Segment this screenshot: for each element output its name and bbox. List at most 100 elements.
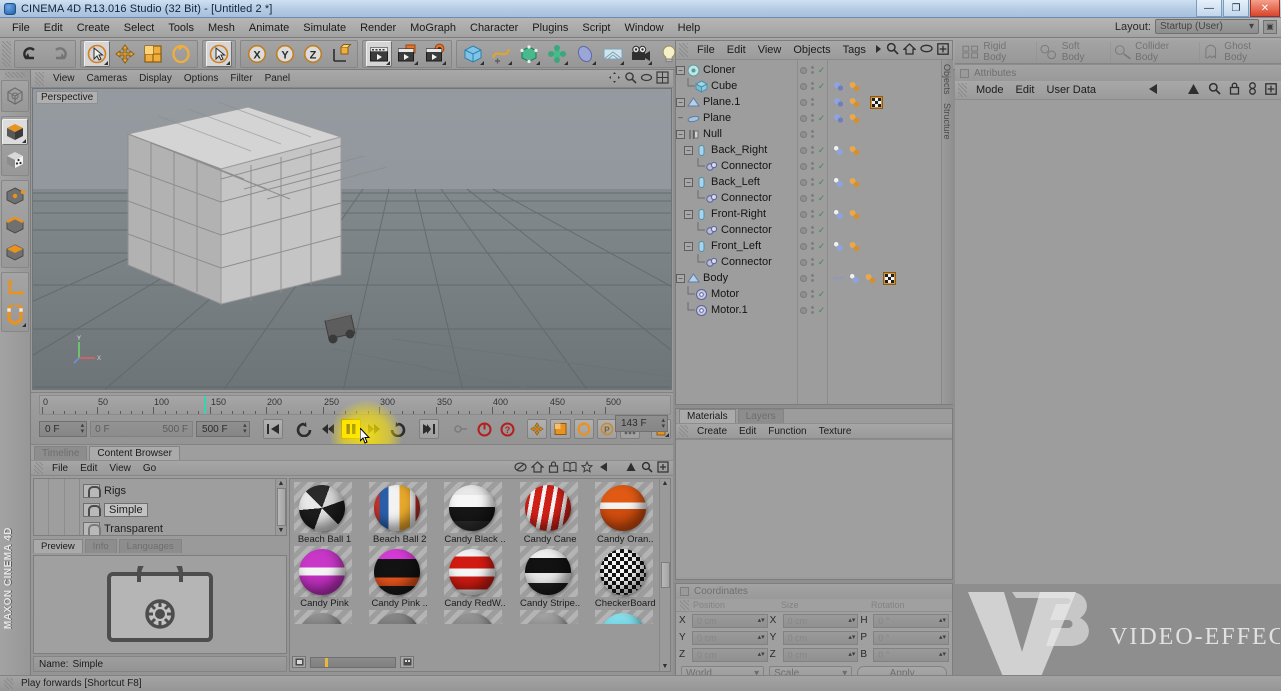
attributes-grip[interactable]	[958, 83, 967, 97]
material-item[interactable]: Candy Oran..	[594, 482, 656, 546]
render-picture-viewer-icon[interactable]	[394, 41, 420, 67]
frame-indicator-field[interactable]: 143 F ▴ ▾	[615, 415, 668, 432]
expander-icon[interactable]: −	[676, 65, 685, 75]
fullscreen-icon[interactable]	[1265, 82, 1277, 98]
viewport-menu-grip[interactable]	[35, 71, 44, 86]
menu-plugins[interactable]: Plugins	[525, 20, 575, 36]
scene-object-icon[interactable]	[572, 41, 598, 67]
thumbnail-size-icon[interactable]	[292, 656, 306, 668]
deform-tag[interactable]	[832, 272, 845, 285]
dynamics-tag[interactable]	[832, 144, 845, 157]
viewport-menu-view[interactable]: View	[47, 72, 81, 85]
visibility-row[interactable]: ✓	[798, 94, 827, 110]
minimize-button[interactable]: —	[1196, 0, 1222, 17]
next-frame-icon[interactable]	[364, 419, 384, 439]
render-settings-icon[interactable]	[422, 41, 448, 67]
end-frame-spinner[interactable]: ▴ ▾	[243, 422, 247, 435]
generator-icon[interactable]	[516, 41, 542, 67]
visibility-row[interactable]: ✓	[798, 286, 827, 302]
search-icon[interactable]	[886, 42, 899, 58]
current-frame-field[interactable]: 0 F ▴ ▾	[39, 421, 88, 437]
visibility-row[interactable]: ✓	[798, 62, 827, 78]
dynamics-tag[interactable]	[848, 272, 861, 285]
rotate-view-icon[interactable]	[640, 71, 653, 87]
expander-icon[interactable]: −	[684, 177, 693, 187]
layout-manager-icon[interactable]: ▣	[1263, 19, 1277, 34]
tab-materials[interactable]: Materials	[679, 409, 736, 423]
tag-row[interactable]	[828, 238, 952, 254]
dynamics-tag[interactable]	[832, 112, 845, 125]
materials-grid-panel[interactable]: Beach Ball 1 Beach Ball 2 Candy Black ..	[289, 478, 671, 672]
scale-key-icon[interactable]	[550, 419, 571, 439]
point-mode-icon[interactable]	[2, 183, 28, 209]
material-item[interactable]	[444, 610, 505, 624]
visibility-row[interactable]: ✓	[798, 302, 827, 318]
phong-tag[interactable]	[848, 96, 861, 109]
material-item[interactable]: CheckerBoard	[594, 546, 656, 610]
material-item[interactable]	[519, 610, 581, 624]
menu-simulate[interactable]: Simulate	[296, 20, 353, 36]
attr-menu-edit[interactable]: Edit	[1010, 83, 1041, 97]
record-icon[interactable]	[474, 419, 494, 439]
texture-mode-icon[interactable]	[2, 147, 28, 173]
om-menu-tags[interactable]: Tags	[837, 43, 872, 57]
toolbar-grip[interactable]	[2, 40, 11, 67]
scroll-thumb[interactable]	[276, 488, 286, 526]
visibility-row[interactable]: ✓	[798, 222, 827, 238]
expander-icon[interactable]: −	[676, 273, 685, 283]
phong-tag[interactable]	[848, 240, 861, 253]
size-field-x[interactable]: 0 cm ▴▾	[782, 613, 859, 628]
rot-field-b[interactable]: 0 ° ▴▾	[873, 647, 950, 662]
visibility-row[interactable]: ✓	[798, 174, 827, 190]
object-row-back-left[interactable]: − Back_Left	[676, 174, 797, 190]
material-item[interactable]: Beach Ball 2	[369, 482, 430, 546]
rotate-icon[interactable]	[168, 41, 194, 67]
ellipse-icon[interactable]	[920, 44, 933, 56]
side-tab-objects[interactable]: Objects	[942, 60, 952, 99]
menu-window[interactable]: Window	[618, 20, 671, 36]
tag-row[interactable]	[828, 142, 952, 158]
home-icon[interactable]	[530, 460, 545, 476]
go-to-start-icon[interactable]	[262, 419, 284, 439]
cube-primitive-icon[interactable]	[460, 41, 486, 67]
phong-tag[interactable]	[848, 144, 861, 157]
object-row-body[interactable]: − Body	[676, 270, 797, 286]
menu-mesh[interactable]: Mesh	[201, 20, 242, 36]
materials-vertical-scrollbar[interactable]: ▲ ▼	[659, 479, 670, 671]
expander-icon[interactable]: −	[684, 145, 693, 155]
deformer-icon[interactable]	[544, 41, 570, 67]
pos-field-x[interactable]: 0 cm ▴▾	[692, 613, 768, 628]
expander-icon[interactable]: −	[676, 129, 685, 139]
cb-menu-go[interactable]: Go	[137, 462, 162, 475]
mat-menu-edit[interactable]: Edit	[733, 425, 762, 438]
tab-layers[interactable]: Layers	[737, 409, 784, 423]
polygon-mode-icon[interactable]	[2, 239, 28, 265]
texture-tag[interactable]	[883, 271, 896, 285]
toggle-layout-icon[interactable]	[656, 70, 669, 87]
loop-icon[interactable]	[388, 419, 408, 439]
fullscreen-icon[interactable]	[657, 460, 669, 476]
size-field-z[interactable]: 0 cm ▴▾	[782, 647, 859, 662]
axis-mode-icon[interactable]	[2, 275, 28, 301]
menu-animate[interactable]: Animate	[242, 20, 296, 36]
selection-mode-icon[interactable]	[206, 40, 232, 67]
menu-create[interactable]: Create	[70, 20, 117, 36]
scroll-up-icon[interactable]: ▲	[662, 480, 669, 487]
scroll-thumb[interactable]	[660, 562, 670, 588]
make-editable-icon[interactable]	[2, 83, 28, 109]
link-icon[interactable]	[1248, 82, 1257, 98]
play-reverse-loop-icon[interactable]	[295, 419, 315, 439]
tab-info[interactable]: Info	[84, 539, 117, 553]
home-icon[interactable]	[902, 42, 917, 58]
close-button[interactable]: ✕	[1250, 0, 1280, 17]
rot-field-p[interactable]: 0 ° ▴▾	[873, 630, 950, 645]
material-item[interactable]: Candy Black ..	[444, 482, 505, 546]
tag-row[interactable]	[828, 206, 952, 222]
model-mode-icon[interactable]	[2, 119, 28, 145]
previous-frame-icon[interactable]	[318, 419, 338, 439]
om-menu-edit[interactable]: Edit	[721, 43, 752, 57]
panel-collapse-icon[interactable]	[680, 587, 689, 596]
visibility-row[interactable]: ✓	[798, 110, 827, 126]
pos-field-z[interactable]: 0 cm ▴▾	[692, 647, 768, 662]
phong-tag[interactable]	[848, 208, 861, 221]
